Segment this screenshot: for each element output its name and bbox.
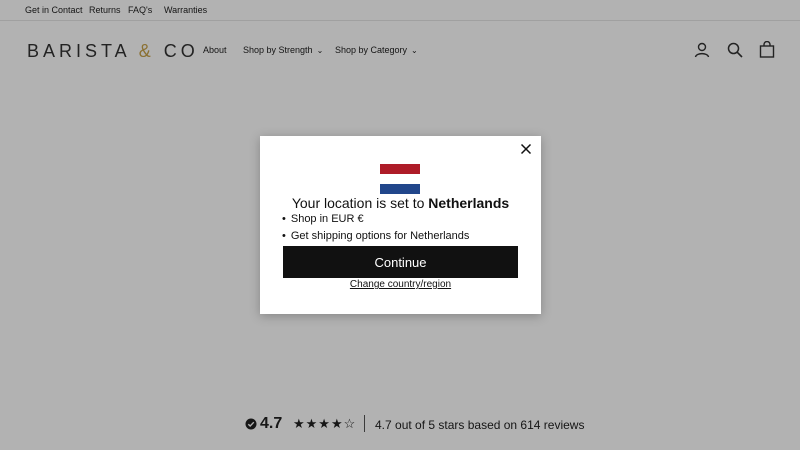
location-modal: Your location is set to Netherlands Shop…: [260, 136, 541, 314]
modal-heading: Your location is set to Netherlands: [260, 195, 541, 211]
heading-prefix: Your location is set to: [291, 195, 425, 211]
close-icon[interactable]: [519, 142, 533, 156]
flag-stripe-blue: [380, 184, 420, 194]
flag-stripe-white: [380, 174, 420, 184]
continue-button[interactable]: Continue: [283, 246, 518, 278]
netherlands-flag-icon: [380, 164, 420, 194]
bullet-currency: Shop in EUR €: [282, 213, 364, 225]
bullet-shipping: Get shipping options for Netherlands: [282, 230, 470, 242]
heading-country: Netherlands: [428, 195, 510, 211]
change-country-link[interactable]: Change country/region: [260, 279, 541, 290]
flag-stripe-red: [380, 164, 420, 174]
